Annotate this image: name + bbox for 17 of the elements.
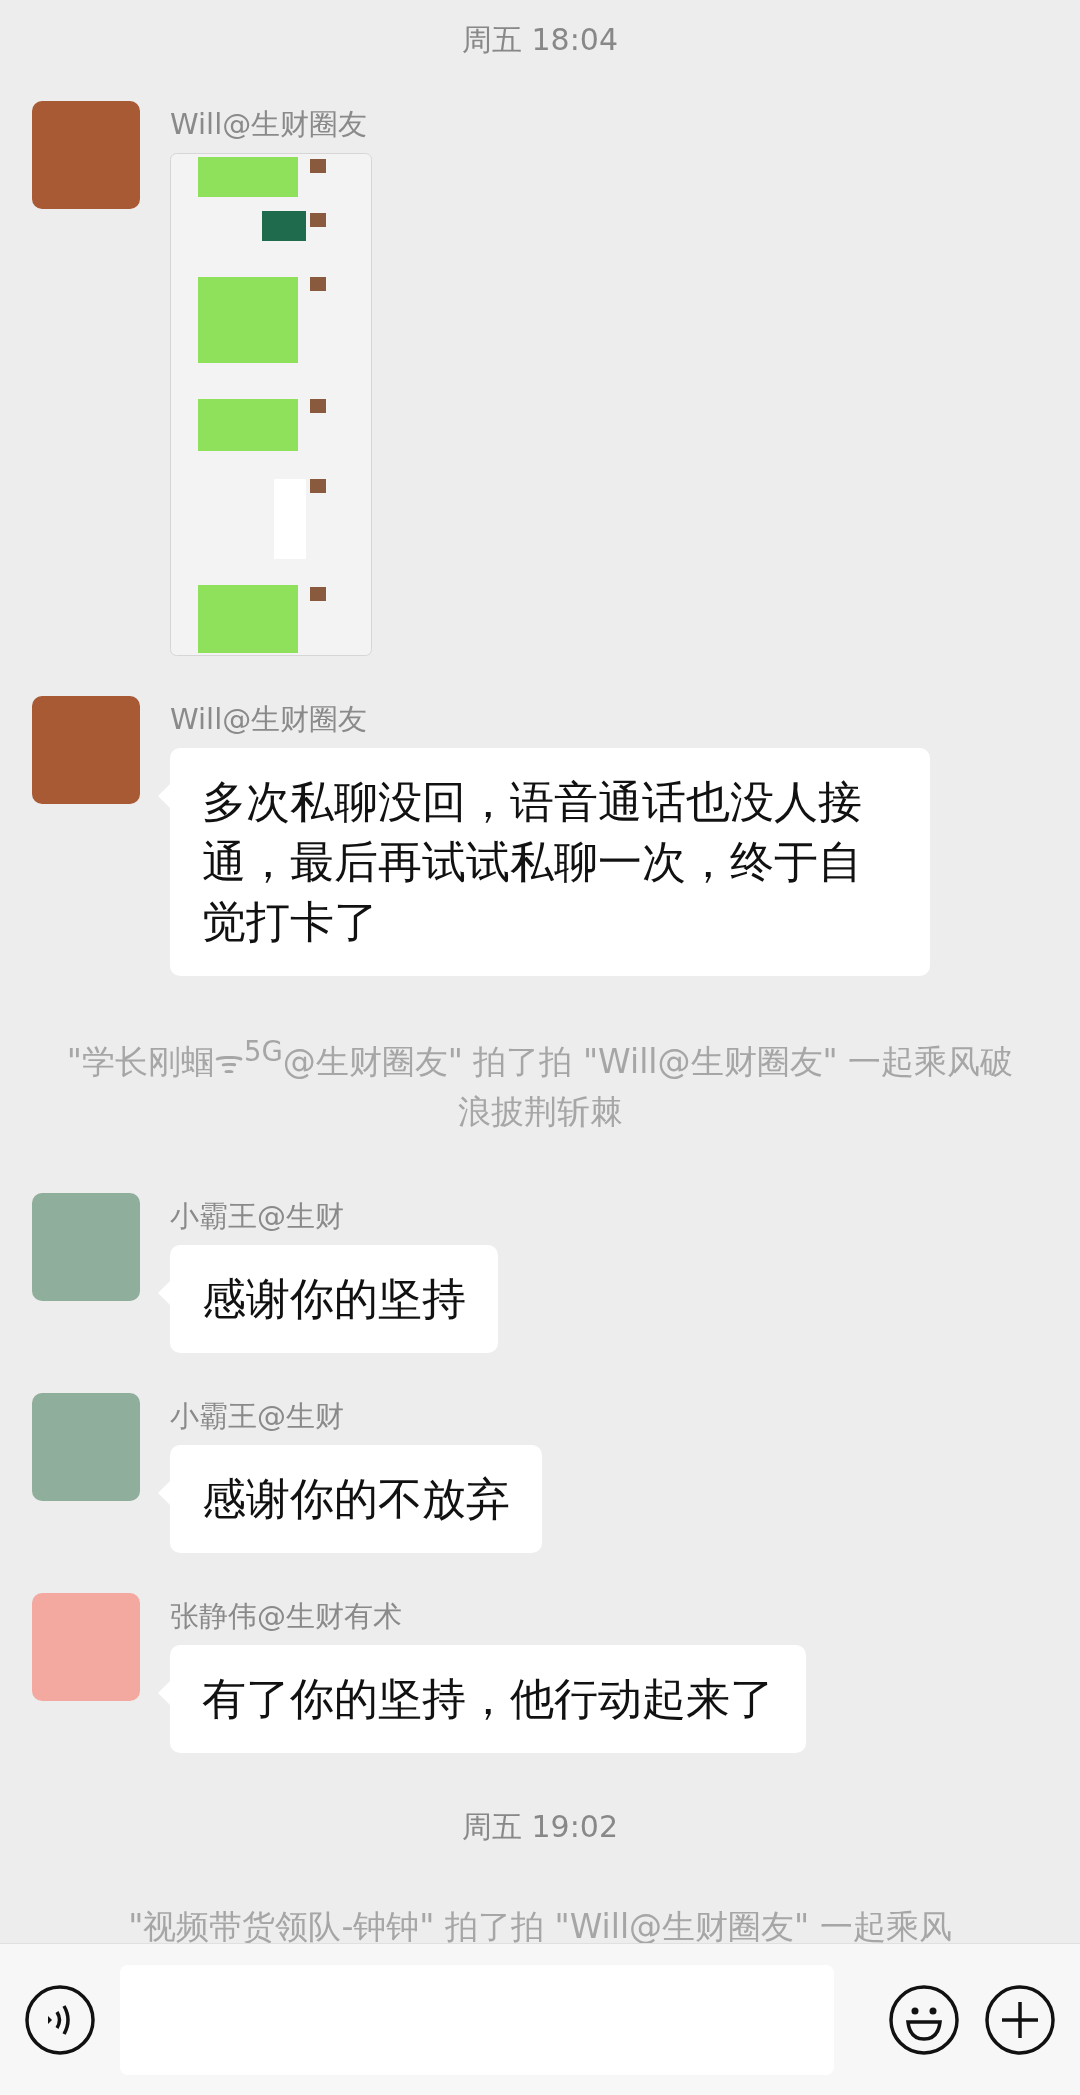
chat-screenshot-drawing[interactable]: [170, 153, 372, 656]
avatar-image[interactable]: [32, 1593, 140, 1701]
system-notice: "学长刚蝈ᯤ$^{5G}$@生财圈友" 拍了拍 "Will@生财圈友" 一起乘风破浪披荆斩棘: [65, 1034, 1015, 1133]
sender-name: Will@生财圈友: [170, 106, 368, 143]
sender-name: 小霸王@生财: [170, 1198, 344, 1235]
emoji-icon[interactable]: [888, 1983, 960, 2056]
sender-name: Will@生财圈友: [170, 701, 368, 738]
avatar-image[interactable]: [32, 1393, 140, 1501]
add-icon[interactable]: [984, 1983, 1056, 2056]
sender-name: 小霸王@生财: [170, 1398, 344, 1435]
timestamp: 周五 18:04: [462, 21, 618, 59]
timestamp: 周五 19:02: [462, 1808, 618, 1846]
voice-icon[interactable]: [24, 1983, 96, 2056]
avatar-image[interactable]: [32, 1193, 140, 1301]
avatar-image[interactable]: [32, 696, 140, 804]
avatar-image[interactable]: [32, 101, 140, 209]
sender-name: 张静伟@生财有术: [170, 1598, 402, 1635]
